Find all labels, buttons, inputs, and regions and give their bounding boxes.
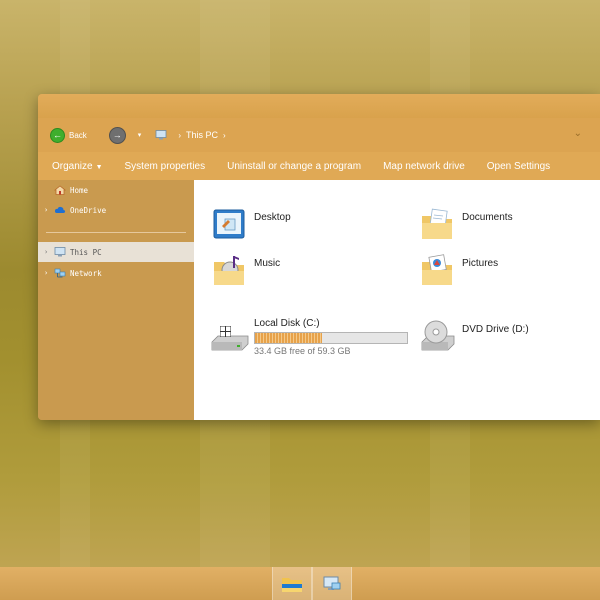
drive-dvd-d[interactable]: DVD Drive (D:) xyxy=(420,316,560,352)
drive-name: Local Disk (C:) xyxy=(254,318,320,329)
sidebar-item-this-pc[interactable]: › This PC xyxy=(38,242,194,262)
folder-desktop[interactable]: Desktop xyxy=(212,206,291,242)
sidebar-item-network[interactable]: › Network xyxy=(38,263,194,283)
sidebar-item-label: Network xyxy=(70,268,102,278)
organize-button[interactable]: Organize ▼ xyxy=(52,161,103,172)
folder-pictures[interactable]: Pictures xyxy=(420,252,498,288)
map-network-drive-button[interactable]: Map network drive xyxy=(383,161,465,172)
dvd-drive-icon xyxy=(421,320,455,351)
computer-icon xyxy=(54,247,66,257)
folder-label: Music xyxy=(254,258,281,269)
expand-chevron-icon[interactable]: › xyxy=(44,206,54,214)
hard-disk-icon xyxy=(211,326,249,351)
sidebar-item-label: Home xyxy=(70,185,89,195)
organize-chevron-icon: ▼ xyxy=(95,163,103,171)
this-pc-icon xyxy=(323,576,341,590)
back-arrow-icon: ← xyxy=(50,127,65,143)
folder-music[interactable]: Music xyxy=(212,252,280,288)
content-pane: Desktop Documents Music Pictures Local D… xyxy=(194,180,600,420)
folder-label: Desktop xyxy=(254,212,291,223)
computer-icon xyxy=(155,130,167,140)
drive-name: DVD Drive (D:) xyxy=(462,324,529,335)
expand-chevron-icon[interactable]: › xyxy=(44,269,54,277)
breadcrumb[interactable]: › This PC › xyxy=(155,130,230,140)
organize-label: Organize xyxy=(52,160,93,172)
open-settings-button[interactable]: Open Settings xyxy=(487,161,550,172)
file-explorer-icon xyxy=(282,577,302,592)
sidebar-item-home[interactable]: Home xyxy=(38,180,194,200)
network-icon xyxy=(54,268,66,278)
taskbar-this-pc[interactable] xyxy=(312,567,352,600)
forward-button[interactable]: → xyxy=(108,126,126,144)
taskbar-file-explorer[interactable] xyxy=(272,567,312,600)
drive-free-space: 33.4 GB free of 59.3 GB xyxy=(254,346,351,356)
taskbar xyxy=(0,567,600,600)
breadcrumb-this-pc[interactable]: This PC xyxy=(186,130,218,140)
address-history-chevron-icon[interactable]: ⌄ xyxy=(574,128,582,139)
documents-folder-icon xyxy=(422,208,452,239)
expand-chevron-icon[interactable]: › xyxy=(44,248,54,256)
back-button[interactable]: ← Back xyxy=(50,127,87,143)
breadcrumb-separator: › xyxy=(178,130,181,140)
command-bar: Organize ▼ System properties Uninstall or… xyxy=(38,152,600,180)
breadcrumb-chevron-icon[interactable]: › xyxy=(223,131,226,140)
drive-usage-bar xyxy=(254,332,408,344)
folder-label: Documents xyxy=(462,212,513,223)
desktop-folder-icon xyxy=(213,209,245,239)
forward-arrow-icon: → xyxy=(108,126,126,144)
music-folder-icon xyxy=(214,256,244,285)
folder-documents[interactable]: Documents xyxy=(420,206,513,242)
uninstall-program-button[interactable]: Uninstall or change a program xyxy=(227,161,361,172)
sidebar-item-label: OneDrive xyxy=(70,205,107,215)
system-properties-button[interactable]: System properties xyxy=(125,161,206,172)
sidebar-divider xyxy=(46,232,186,233)
navigation-pane: Home › OneDrive › This PC › Network xyxy=(38,180,194,420)
sidebar-item-label: This PC xyxy=(70,247,102,257)
drive-usage-fill xyxy=(255,333,322,343)
home-icon xyxy=(54,185,66,195)
title-bar[interactable] xyxy=(38,94,600,118)
sidebar-item-onedrive[interactable]: › OneDrive xyxy=(38,200,194,220)
drive-local-disk-c[interactable]: Local Disk (C:) 33.4 GB free of 59.3 GB xyxy=(210,316,410,358)
cloud-icon xyxy=(54,206,66,213)
navigation-bar: ← Back → ▾ › This PC › ⌄ xyxy=(38,118,600,152)
pictures-folder-icon xyxy=(422,254,452,285)
recent-locations-chevron-icon[interactable]: ▾ xyxy=(138,131,142,139)
folder-label: Pictures xyxy=(462,258,499,269)
file-explorer-window: ← Back → ▾ › This PC › ⌄ Organize ▼ Syste… xyxy=(38,94,600,420)
back-label: Back xyxy=(69,130,87,140)
